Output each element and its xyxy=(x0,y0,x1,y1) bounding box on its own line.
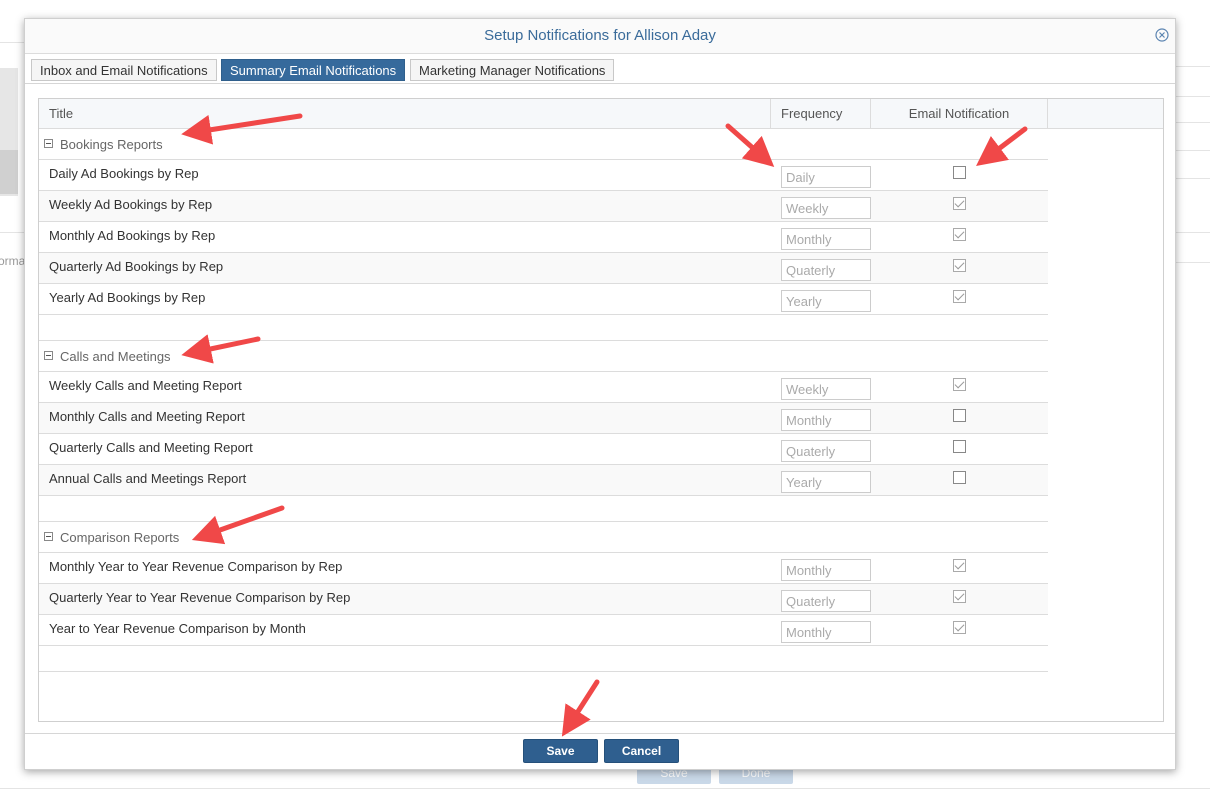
frequency-field[interactable] xyxy=(781,621,871,643)
frequency-field[interactable] xyxy=(781,166,871,188)
email-notification-checkbox[interactable] xyxy=(953,166,966,179)
collapse-toggle-icon[interactable] xyxy=(44,139,53,148)
group-spacer xyxy=(39,646,1048,672)
row-title: Monthly Ad Bookings by Rep xyxy=(49,228,216,243)
close-icon[interactable] xyxy=(1155,28,1169,42)
modal-title: Setup Notifications for Allison Aday xyxy=(25,19,1175,54)
group-label: Bookings Reports xyxy=(60,137,163,152)
table-row: Weekly Ad Bookings by Rep xyxy=(39,191,1048,222)
email-notification-checkbox[interactable] xyxy=(953,440,966,453)
collapse-toggle-icon[interactable] xyxy=(44,351,53,360)
table-row: Yearly Ad Bookings by Rep xyxy=(39,284,1048,315)
background-divider xyxy=(0,788,1210,789)
table-row: Weekly Calls and Meeting Report xyxy=(39,372,1048,403)
email-notification-checkbox[interactable] xyxy=(953,378,966,391)
column-header-title[interactable]: Title xyxy=(39,99,771,128)
background-divider xyxy=(1174,150,1210,151)
frequency-field[interactable] xyxy=(781,378,871,400)
email-notification-checkbox[interactable] xyxy=(953,409,966,422)
row-title: Year to Year Revenue Comparison by Month xyxy=(49,621,306,636)
row-title: Quarterly Year to Year Revenue Compariso… xyxy=(49,590,351,605)
email-notification-checkbox[interactable] xyxy=(953,290,966,303)
email-notification-checkbox[interactable] xyxy=(953,590,966,603)
table-row: Monthly Calls and Meeting Report xyxy=(39,403,1048,434)
footer-divider xyxy=(25,733,1175,734)
collapse-toggle-icon[interactable] xyxy=(44,532,53,541)
email-notification-checkbox[interactable] xyxy=(953,471,966,484)
row-title: Yearly Ad Bookings by Rep xyxy=(49,290,206,305)
table-row: Annual Calls and Meetings Report xyxy=(39,465,1048,496)
frequency-field[interactable] xyxy=(781,409,871,431)
row-title: Daily Ad Bookings by Rep xyxy=(49,166,199,181)
grid-body: Bookings Reports Daily Ad Bookings by Rep… xyxy=(39,129,1048,672)
tab-inbox-email[interactable]: Inbox and Email Notifications xyxy=(31,59,217,81)
save-button[interactable]: Save xyxy=(523,739,598,763)
column-header-frequency[interactable]: Frequency xyxy=(771,99,871,128)
frequency-field[interactable] xyxy=(781,259,871,281)
group-label: Comparison Reports xyxy=(60,530,180,545)
email-notification-checkbox[interactable] xyxy=(953,621,966,634)
background-divider xyxy=(0,232,24,233)
background-divider xyxy=(1174,66,1210,67)
group-spacer xyxy=(39,496,1048,522)
background-divider xyxy=(1174,122,1210,123)
table-row: Year to Year Revenue Comparison by Month xyxy=(39,615,1048,646)
group-label: Calls and Meetings xyxy=(60,349,171,364)
background-divider xyxy=(0,42,24,43)
notifications-modal: Setup Notifications for Allison Aday Inb… xyxy=(24,18,1176,770)
group-row: Comparison Reports xyxy=(39,522,1048,553)
tab-marketing-manager[interactable]: Marketing Manager Notifications xyxy=(410,59,615,81)
tab-summary-email[interactable]: Summary Email Notifications xyxy=(221,59,406,81)
group-row: Calls and Meetings xyxy=(39,341,1048,372)
table-row: Quarterly Ad Bookings by Rep xyxy=(39,253,1048,284)
background-divider xyxy=(1174,178,1210,179)
frequency-field[interactable] xyxy=(781,440,871,462)
email-notification-checkbox[interactable] xyxy=(953,559,966,572)
row-title: Weekly Ad Bookings by Rep xyxy=(49,197,213,212)
frequency-field[interactable] xyxy=(781,228,871,250)
frequency-field[interactable] xyxy=(781,559,871,581)
background-divider xyxy=(1174,232,1210,233)
table-row: Monthly Ad Bookings by Rep xyxy=(39,222,1048,253)
row-title: Monthly Year to Year Revenue Comparison … xyxy=(49,559,343,574)
group-row: Bookings Reports xyxy=(39,129,1048,160)
frequency-field[interactable] xyxy=(781,197,871,219)
grid-header: Title Frequency Email Notification xyxy=(39,99,1163,129)
email-notification-checkbox[interactable] xyxy=(953,259,966,272)
frequency-field[interactable] xyxy=(781,290,871,312)
row-title: Annual Calls and Meetings Report xyxy=(49,471,247,486)
background-panel-dark xyxy=(0,150,18,194)
column-header-email-notification[interactable]: Email Notification xyxy=(871,99,1048,128)
table-row: Daily Ad Bookings by Rep xyxy=(39,160,1048,191)
row-title: Quarterly Calls and Meeting Report xyxy=(49,440,253,455)
background-truncated-text: orma xyxy=(0,254,26,268)
email-notification-checkbox[interactable] xyxy=(953,197,966,210)
cancel-button[interactable]: Cancel xyxy=(604,739,679,763)
email-notification-checkbox[interactable] xyxy=(953,228,966,241)
table-row: Quarterly Year to Year Revenue Compariso… xyxy=(39,584,1048,615)
row-title: Monthly Calls and Meeting Report xyxy=(49,409,245,424)
table-row: Monthly Year to Year Revenue Comparison … xyxy=(39,553,1048,584)
row-title: Quarterly Ad Bookings by Rep xyxy=(49,259,224,274)
row-title: Weekly Calls and Meeting Report xyxy=(49,378,242,393)
background-divider xyxy=(1174,96,1210,97)
notifications-grid: Title Frequency Email Notification Booki… xyxy=(38,98,1164,722)
table-row: Quarterly Calls and Meeting Report xyxy=(39,434,1048,465)
group-spacer xyxy=(39,315,1048,341)
frequency-field[interactable] xyxy=(781,471,871,493)
background-divider xyxy=(1174,262,1210,263)
frequency-field[interactable] xyxy=(781,590,871,612)
tabs-divider xyxy=(25,83,1175,84)
